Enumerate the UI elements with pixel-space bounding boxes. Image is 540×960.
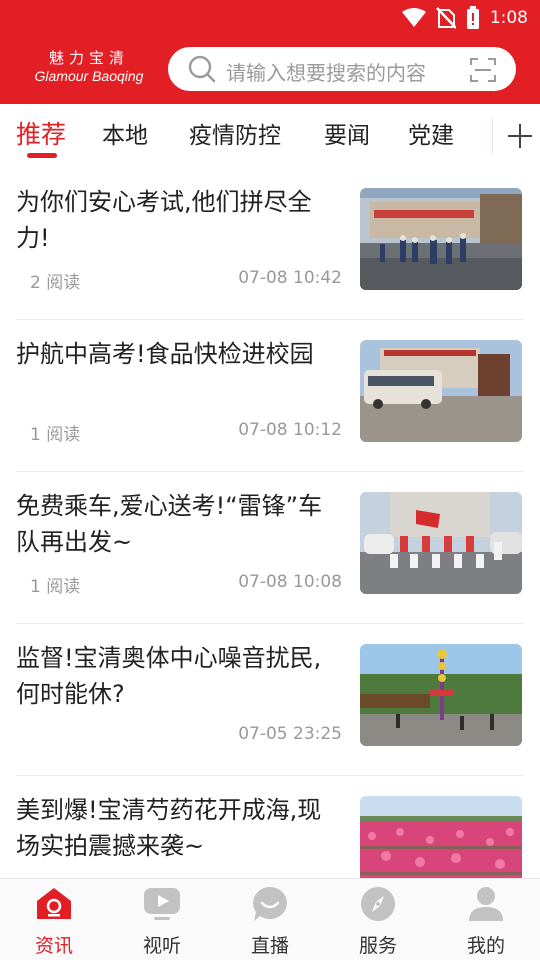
news-read-count: 2 阅读 bbox=[30, 273, 81, 293]
live-chat-icon bbox=[251, 885, 289, 923]
nav-services-label: 服务 bbox=[358, 935, 397, 957]
status-time: 1:08 bbox=[489, 8, 528, 28]
news-house-icon bbox=[35, 885, 73, 923]
logo-english-text: Glamour Baoqing bbox=[34, 68, 144, 84]
status-bar: 1:08 bbox=[0, 0, 540, 36]
nav-live-label: 直播 bbox=[250, 935, 289, 957]
add-tab-icon[interactable] bbox=[504, 120, 536, 152]
tab-epidemic-control[interactable]: 疫情防控 bbox=[189, 116, 281, 150]
amusement-park-photo bbox=[360, 644, 522, 746]
nav-services[interactable]: 服务 bbox=[324, 879, 432, 960]
news-timestamp: 07-08 10:12 bbox=[238, 420, 342, 440]
bottom-nav: 资讯 视听 直播 服务 我的 bbox=[0, 878, 540, 960]
app-logo: 魅力宝清 Glamour Baoqing bbox=[28, 48, 150, 84]
nav-profile[interactable]: 我的 bbox=[432, 879, 540, 960]
news-timestamp: 07-05 23:25 bbox=[238, 724, 342, 744]
bus-campus-photo bbox=[360, 340, 522, 442]
news-title: 监督!宝清奥体中心噪音扰民,何时能休? bbox=[16, 644, 322, 708]
scan-icon[interactable] bbox=[470, 57, 496, 87]
news-timestamp: 07-08 10:08 bbox=[238, 572, 342, 592]
tab-divider bbox=[492, 118, 493, 154]
news-title: 护航中高考!食品快检进校园 bbox=[16, 340, 314, 368]
news-item[interactable]: 为你们安心考试,他们拼尽全力! 2 阅读 07-08 10:42 bbox=[16, 168, 524, 320]
video-play-icon bbox=[143, 885, 181, 923]
volunteer-group-photo bbox=[360, 492, 522, 594]
nav-video-label: 视听 bbox=[142, 935, 181, 957]
tab-local[interactable]: 本地 bbox=[102, 116, 148, 150]
news-read-count: 1 阅读 bbox=[30, 577, 81, 597]
wifi-icon bbox=[401, 8, 426, 28]
news-item[interactable]: 免费乘车,爱心送考!“雷锋”车队再出发~ 1 阅读 07-08 10:08 bbox=[16, 472, 524, 624]
news-read-count: 1 阅读 bbox=[30, 425, 81, 445]
news-list: 为你们安心考试,他们拼尽全力! 2 阅读 07-08 10:42 护航中高考!食… bbox=[0, 168, 540, 878]
news-item[interactable]: 监督!宝清奥体中心噪音扰民,何时能休? 07-05 23:25 bbox=[16, 624, 524, 776]
battery-icon bbox=[466, 6, 480, 30]
nav-news-label: 资讯 bbox=[34, 935, 73, 957]
tab-headlines[interactable]: 要闻 bbox=[324, 116, 370, 150]
user-icon bbox=[467, 885, 505, 923]
news-item[interactable]: 护航中高考!食品快检进校园 1 阅读 07-08 10:12 bbox=[16, 320, 524, 472]
tab-party-building[interactable]: 党建 bbox=[408, 116, 454, 150]
active-tab-indicator bbox=[27, 153, 57, 158]
no-sim-icon bbox=[435, 7, 456, 29]
search-placeholder: 请输入想要搜索的内容 bbox=[226, 61, 426, 85]
news-item[interactable]: 美到爆!宝清芍药花开成海,现场实拍震撼来袭~ bbox=[16, 776, 524, 878]
nav-news[interactable]: 资讯 bbox=[0, 879, 108, 960]
category-tabs: 推荐 本地 疫情防控 要闻 党建 bbox=[0, 104, 540, 168]
tab-overflow-fade bbox=[470, 104, 494, 168]
nav-live[interactable]: 直播 bbox=[216, 879, 324, 960]
nav-profile-label: 我的 bbox=[466, 935, 505, 957]
tab-recommend[interactable]: 推荐 bbox=[16, 115, 66, 151]
search-icon bbox=[188, 55, 216, 87]
search-input[interactable]: 请输入想要搜索的内容 bbox=[168, 47, 516, 91]
nav-video[interactable]: 视听 bbox=[108, 879, 216, 960]
app-header: 魅力宝清 Glamour Baoqing 请输入想要搜索的内容 bbox=[0, 36, 540, 104]
news-title: 为你们安心考试,他们拼尽全力! bbox=[16, 188, 312, 252]
exam-gate-photo bbox=[360, 188, 522, 290]
news-title: 免费乘车,爱心送考!“雷锋”车队再出发~ bbox=[16, 492, 323, 556]
peony-field-photo bbox=[360, 796, 522, 878]
news-timestamp: 07-08 10:42 bbox=[238, 268, 342, 288]
compass-icon bbox=[359, 885, 397, 923]
logo-chinese-text: 魅力宝清 bbox=[48, 49, 129, 67]
news-title: 美到爆!宝清芍药花开成海,现场实拍震撼来袭~ bbox=[16, 796, 322, 860]
